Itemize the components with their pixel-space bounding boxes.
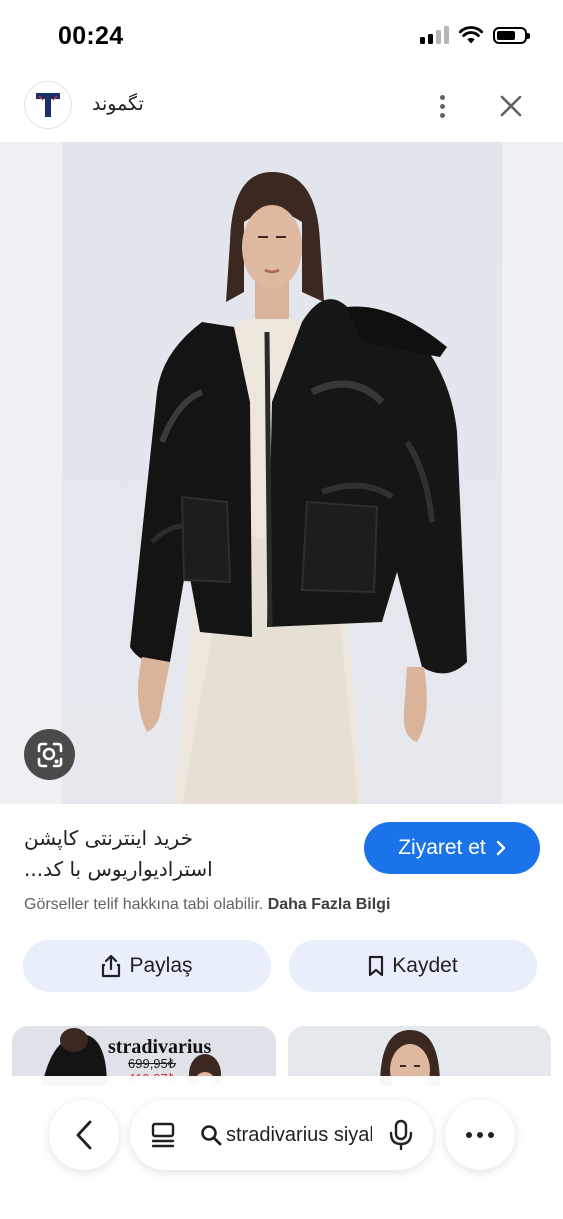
search-query[interactable]: stradivarius siyah [226,1124,372,1147]
wifi-icon [459,26,483,44]
image-preview [0,142,563,804]
result-title-line-1: خرید اینترنتی کاپشن [24,826,193,850]
status-bar: 00:24 [0,0,563,72]
lens-button[interactable] [24,729,75,780]
visit-label: Ziyaret et [398,836,486,859]
bookmark-icon [369,955,384,977]
related-old-price: 699,95₺ [128,1056,177,1071]
save-label: Kaydet [392,954,458,977]
copyright-notice: Görseller telif hakkına tabi olabilir. D… [24,896,390,914]
result-title[interactable]: خرید اینترنتی کاپشن استرادیواریوس با کد.… [24,823,344,885]
status-time: 00:24 [58,22,124,50]
share-button[interactable]: Paylaş [23,940,271,992]
back-icon [76,1120,92,1150]
logo-icon [36,93,60,117]
visit-button[interactable]: Ziyaret et [364,822,540,874]
more-info-link[interactable]: Daha Fazla Bilgi [268,896,391,913]
result-header: تگموند [0,72,563,140]
more-vert-icon [439,94,445,100]
site-name[interactable]: تگموند [92,93,144,115]
signal-icon [420,26,449,44]
search-pill[interactable]: stradivarius siyah [130,1100,433,1170]
tabs-icon[interactable] [150,1122,178,1148]
mic-icon[interactable] [388,1119,414,1151]
chevron-right-icon [496,840,505,856]
battery-icon [493,26,530,44]
save-button[interactable]: Kaydet [289,940,537,992]
share-icon [102,954,121,978]
close-icon[interactable] [494,89,528,123]
status-icons [420,26,530,44]
more-menu-button[interactable] [445,1100,515,1170]
share-label: Paylaş [129,954,193,977]
copyright-text: Görseller telif hakkına tabi olabilir. [24,896,264,913]
result-title-line-2: استرادیواریوس با کد... [24,857,213,881]
product-photo[interactable] [62,142,502,804]
site-logo[interactable] [24,81,72,129]
more-horiz-icon [466,1132,472,1138]
more-options-button[interactable] [426,87,458,125]
search-icon [201,1125,222,1146]
back-button[interactable] [49,1100,119,1170]
lens-icon [37,742,62,767]
